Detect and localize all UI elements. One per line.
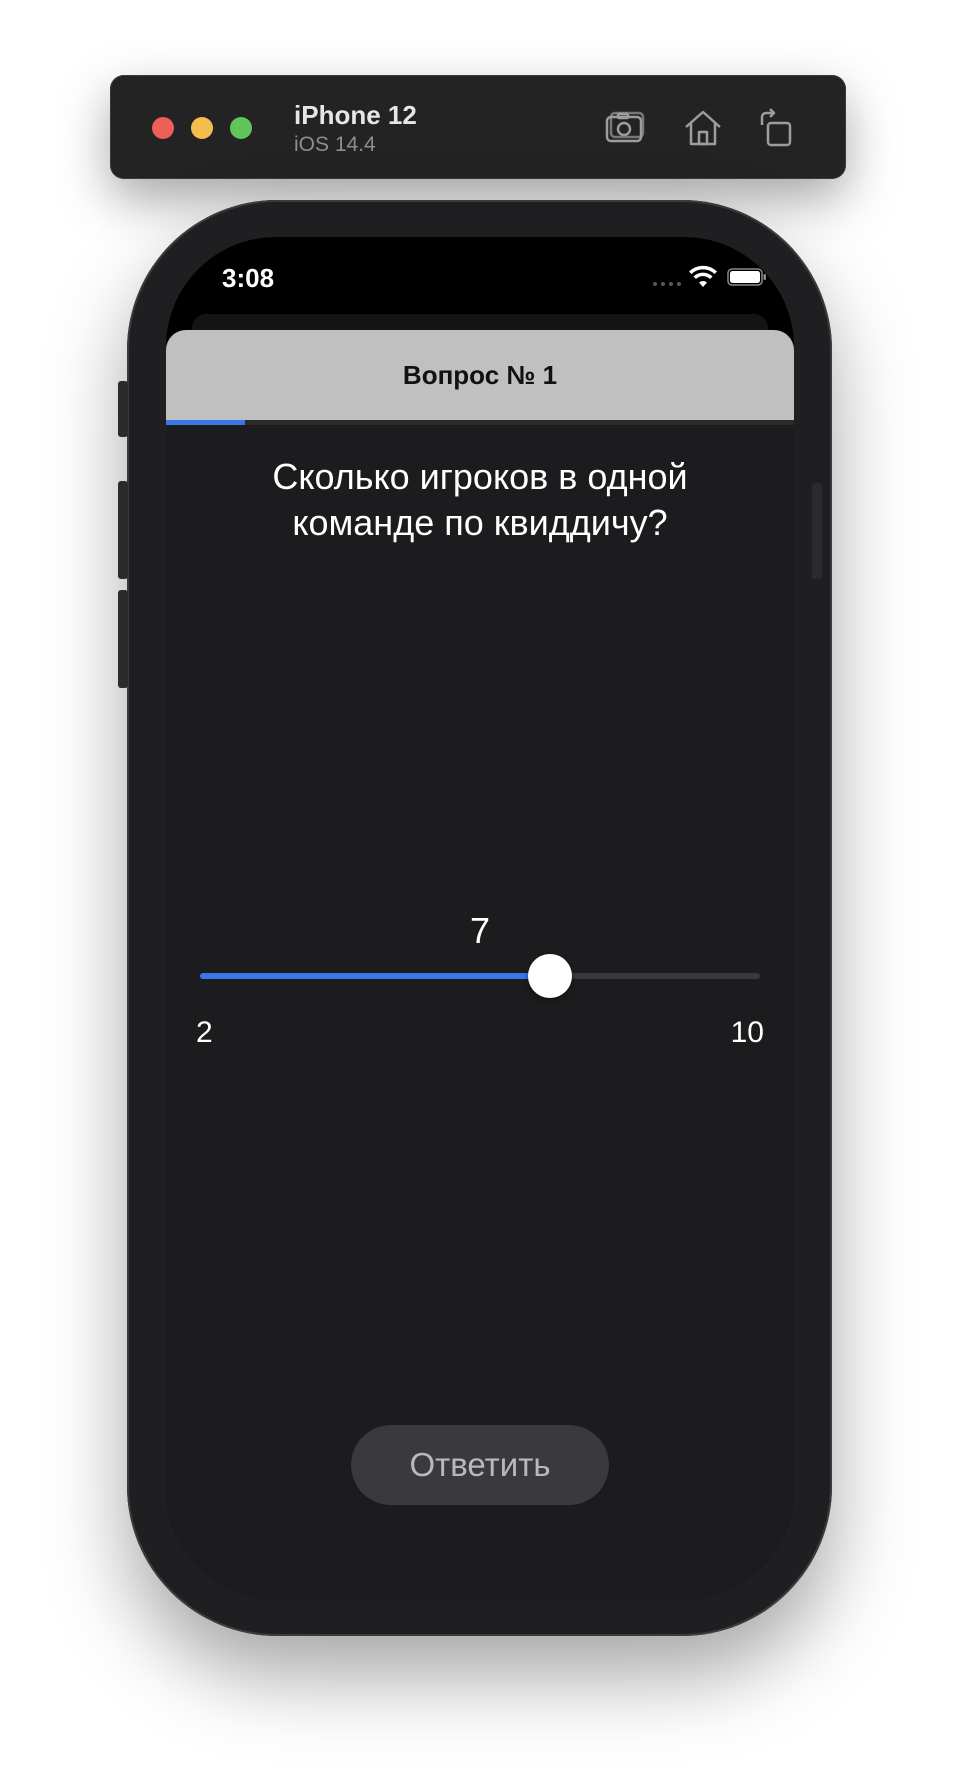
simulator-title-bar: iPhone 12 iOS 14.4 bbox=[110, 75, 846, 179]
mute-switch bbox=[118, 381, 128, 437]
device-name: iPhone 12 bbox=[294, 100, 417, 130]
progress-bar bbox=[166, 420, 794, 425]
navigation-bar: Вопрос № 1 bbox=[166, 330, 794, 420]
minimize-window-button[interactable] bbox=[191, 117, 213, 139]
volume-up-button bbox=[118, 481, 128, 579]
battery-icon bbox=[727, 268, 766, 286]
progress-fill bbox=[166, 420, 245, 425]
phone-screen: 3:08 Вопрос № 1 Сколько игроков в одной … bbox=[166, 237, 794, 1599]
status-time: 3:08 bbox=[222, 263, 275, 293]
rotate-icon[interactable] bbox=[754, 105, 800, 151]
os-version: iOS 14.4 bbox=[294, 133, 376, 156]
power-button bbox=[812, 483, 822, 579]
zoom-window-button[interactable] bbox=[230, 117, 252, 139]
slider-value-label: 7 bbox=[469, 910, 491, 951]
answer-slider[interactable] bbox=[200, 954, 760, 998]
page-title: Вопрос № 1 bbox=[402, 360, 558, 390]
slider-thumb[interactable] bbox=[528, 954, 572, 998]
quiz-sheet: Вопрос № 1 Сколько игроков в одной коман… bbox=[166, 330, 794, 1599]
question-text: Сколько игроков в одной команде по квидд… bbox=[272, 456, 688, 543]
home-icon[interactable] bbox=[680, 105, 726, 151]
slider-fill bbox=[200, 973, 550, 979]
notch bbox=[309, 237, 651, 289]
slider-min-label: 2 bbox=[196, 1016, 213, 1049]
slider-max-label: 10 bbox=[730, 1016, 764, 1049]
answer-button[interactable]: Ответить bbox=[351, 1425, 609, 1505]
close-window-button[interactable] bbox=[152, 117, 174, 139]
volume-down-button bbox=[118, 590, 128, 688]
wifi-icon bbox=[689, 265, 717, 287]
screenshot-icon[interactable] bbox=[602, 105, 648, 151]
cellular-signal-icon bbox=[653, 282, 681, 286]
